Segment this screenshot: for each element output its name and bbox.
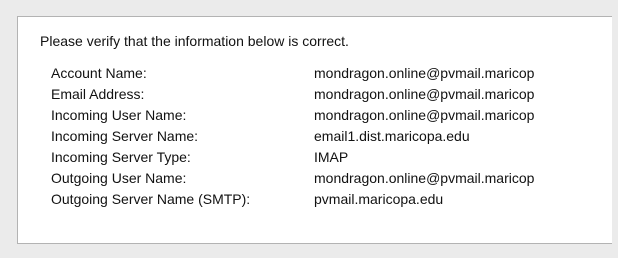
row-account-name: Account Name: mondragon.online@pvmail.ma… xyxy=(51,63,612,84)
incoming-server-name-value: email1.dist.maricopa.edu xyxy=(314,128,470,144)
incoming-server-name-label: Incoming Server Name: xyxy=(51,128,199,144)
outgoing-user-name-label: Outgoing User Name: xyxy=(51,170,187,186)
row-incoming-server-type: Incoming Server Type: IMAP xyxy=(51,147,612,168)
incoming-server-type-label: Incoming Server Type: xyxy=(51,149,191,165)
incoming-user-name-label: Incoming User Name: xyxy=(51,107,187,123)
row-outgoing-server-name: Outgoing Server Name (SMTP): pvmail.mari… xyxy=(51,189,612,210)
incoming-user-name-value: mondragon.online@pvmail.maricop xyxy=(314,107,535,123)
row-email-address: Email Address: mondragon.online@pvmail.m… xyxy=(51,84,612,105)
account-summary-list: Account Name: mondragon.online@pvmail.ma… xyxy=(51,63,612,210)
row-incoming-server-name: Incoming Server Name: email1.dist.marico… xyxy=(51,126,612,147)
intro-text: Please verify that the information below… xyxy=(40,33,349,49)
account-name-value: mondragon.online@pvmail.maricop xyxy=(314,65,535,81)
account-name-label: Account Name: xyxy=(51,65,147,81)
row-outgoing-user-name: Outgoing User Name: mondragon.online@pvm… xyxy=(51,168,612,189)
incoming-server-type-value: IMAP xyxy=(314,149,349,165)
outgoing-server-name-value: pvmail.maricopa.edu xyxy=(314,191,444,207)
email-address-value: mondragon.online@pvmail.maricop xyxy=(314,86,535,102)
verification-panel: Please verify that the information below… xyxy=(17,16,612,244)
row-incoming-user-name: Incoming User Name: mondragon.online@pvm… xyxy=(51,105,612,126)
outgoing-server-name-label: Outgoing Server Name (SMTP): xyxy=(51,191,251,207)
outgoing-user-name-value: mondragon.online@pvmail.maricop xyxy=(314,170,535,186)
email-address-label: Email Address: xyxy=(51,86,145,102)
